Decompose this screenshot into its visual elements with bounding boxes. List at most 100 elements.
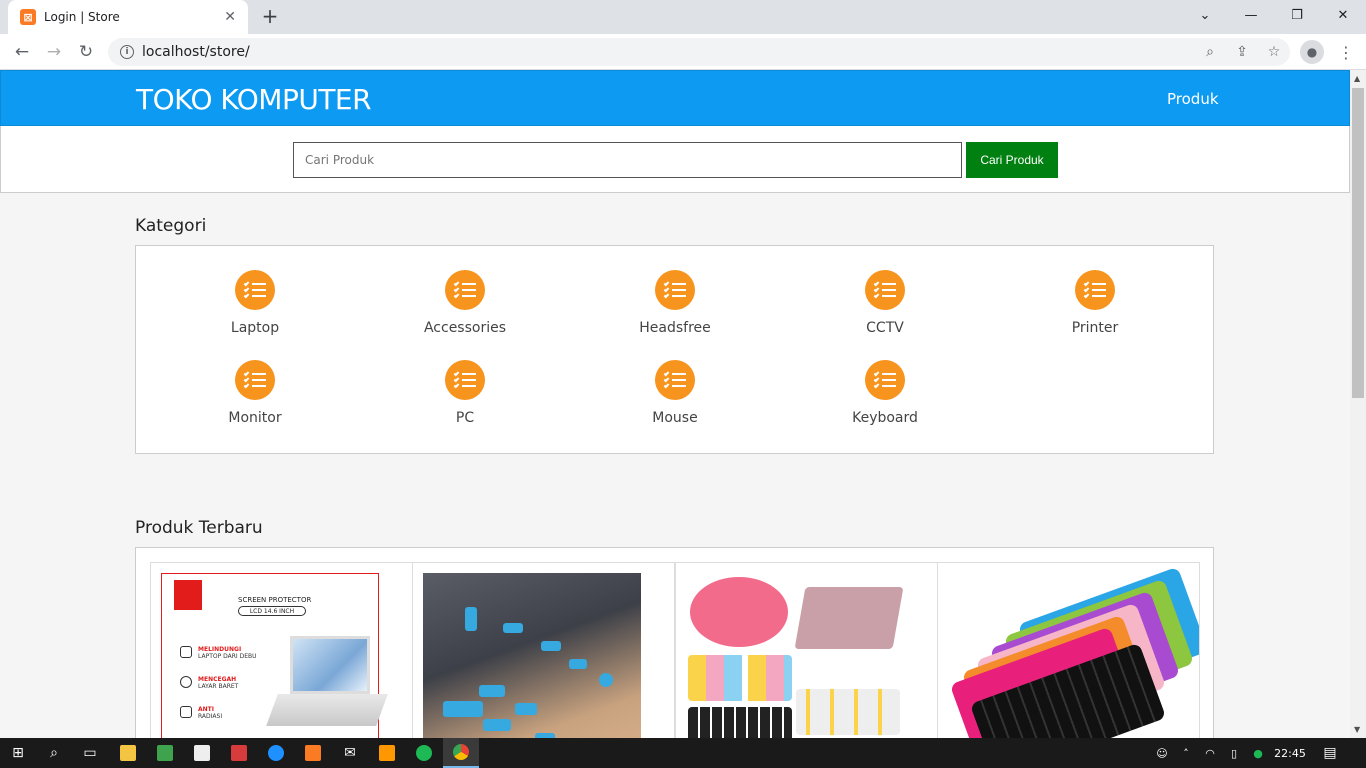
page-viewport: TOKO KOMPUTER Produk Cari Produk Kategor… bbox=[0, 70, 1350, 738]
kategori-panel: Laptop Accessories Headsfree CCTV Printe… bbox=[135, 245, 1214, 454]
browser-tab[interactable]: ⊠ Login | Store ✕ bbox=[8, 0, 248, 34]
system-tray: ☺ ˄ ◠ ▯ ● 22:45 ▤ bbox=[1150, 738, 1350, 768]
share-icon[interactable]: ⇪ bbox=[1226, 44, 1258, 60]
keyboard-skin-colorful-graphic bbox=[688, 655, 792, 701]
search-input[interactable] bbox=[293, 142, 962, 178]
nav-link-produk[interactable]: Produk bbox=[1167, 90, 1219, 108]
tray-expand-chevron-icon[interactable]: ˄ bbox=[1174, 747, 1198, 760]
search-button[interactable]: Cari Produk bbox=[966, 142, 1058, 178]
category-label: Accessories bbox=[423, 320, 507, 336]
edge-browser-icon[interactable] bbox=[258, 738, 294, 768]
category-label: PC bbox=[455, 410, 475, 426]
brand-logo-icon bbox=[174, 580, 202, 610]
checklist-icon bbox=[865, 360, 905, 400]
xampp-icon[interactable] bbox=[295, 738, 331, 768]
url-text: localhost/store/ bbox=[142, 44, 250, 60]
dust-plug-graphic bbox=[569, 659, 587, 669]
checklist-icon bbox=[865, 270, 905, 310]
search-icon[interactable]: ⌕ bbox=[36, 738, 72, 768]
category-label: Monitor bbox=[228, 410, 282, 426]
clock[interactable]: 22:45 bbox=[1270, 747, 1310, 760]
dust-plug-graphic bbox=[479, 685, 505, 697]
product-image-keyboard-skins[interactable] bbox=[948, 566, 1199, 738]
keyboard-skin-black-graphic bbox=[688, 707, 792, 738]
spotify-tray-icon[interactable]: ● bbox=[1246, 747, 1270, 760]
store-icon[interactable] bbox=[184, 738, 220, 768]
chrome-icon[interactable] bbox=[443, 738, 479, 768]
category-laptop[interactable]: Laptop bbox=[175, 270, 335, 336]
checklist-icon bbox=[235, 360, 275, 400]
product-image-screen-protector[interactable]: SCREEN PROTECTOR LCD 14.6 INCH MELINDUNG… bbox=[161, 573, 388, 738]
profile-avatar-icon[interactable]: ● bbox=[1300, 40, 1324, 64]
produk-terbaru-panel: SCREEN PROTECTOR LCD 14.6 INCH MELINDUNG… bbox=[135, 547, 1214, 738]
xampp-favicon-icon: ⊠ bbox=[20, 9, 36, 25]
battery-icon[interactable]: ▯ bbox=[1222, 747, 1246, 760]
dust-plug-graphic bbox=[503, 623, 523, 633]
zoom-icon[interactable]: ⌕ bbox=[1194, 44, 1226, 60]
close-window-button[interactable]: ✕ bbox=[1320, 0, 1366, 30]
page-scrollbar[interactable]: ▲ ▼ bbox=[1350, 70, 1366, 738]
tab-close-icon[interactable]: ✕ bbox=[224, 9, 236, 25]
windows-start-icon[interactable]: ⊞ bbox=[0, 738, 36, 768]
keyboard-skin-pink-graphic bbox=[690, 577, 788, 647]
feature-item: ANTI RADIASI bbox=[198, 706, 223, 720]
produk-terbaru-title: Produk Terbaru bbox=[135, 518, 263, 538]
kebab-menu-icon[interactable]: ⋮ bbox=[1334, 40, 1358, 64]
address-bar[interactable]: i localhost/store/ ⌕ ⇪ ☆ bbox=[108, 38, 1290, 66]
new-tab-button[interactable]: + bbox=[258, 4, 282, 28]
dust-plug-graphic bbox=[465, 607, 477, 631]
sublime-text-icon[interactable] bbox=[369, 738, 405, 768]
wifi-icon[interactable]: ◠ bbox=[1198, 747, 1222, 760]
category-cctv[interactable]: CCTV bbox=[805, 270, 965, 336]
category-headsfree[interactable]: Headsfree bbox=[595, 270, 755, 336]
back-arrow-icon[interactable]: ← bbox=[10, 40, 34, 64]
category-mouse[interactable]: Mouse bbox=[595, 360, 755, 426]
product-card[interactable] bbox=[412, 562, 675, 738]
product-card[interactable] bbox=[937, 562, 1200, 738]
tab-search-chevron-icon[interactable]: ⌄ bbox=[1182, 0, 1228, 30]
category-monitor[interactable]: Monitor bbox=[175, 360, 335, 426]
file-explorer-icon[interactable] bbox=[110, 738, 146, 768]
checklist-icon bbox=[445, 270, 485, 310]
scrollbar-thumb[interactable] bbox=[1352, 88, 1364, 398]
category-keyboard[interactable]: Keyboard bbox=[805, 360, 965, 426]
product-card[interactable]: SCREEN PROTECTOR LCD 14.6 INCH MELINDUNG… bbox=[150, 562, 413, 738]
site-info-icon[interactable]: i bbox=[120, 45, 134, 59]
feature-item: MENCEGAH LAYAR BARET bbox=[198, 676, 239, 690]
keyboard-skin-white-graphic bbox=[796, 689, 900, 735]
scroll-up-arrow-icon[interactable]: ▲ bbox=[1354, 74, 1360, 83]
product-image-dust-plugs[interactable] bbox=[423, 573, 641, 738]
task-view-icon[interactable]: ▭ bbox=[72, 738, 108, 768]
spotify-icon[interactable] bbox=[406, 738, 442, 768]
mail-icon[interactable]: ✉ bbox=[332, 738, 368, 768]
kategori-title: Kategori bbox=[135, 216, 207, 236]
window-controls: ⌄ — ❐ ✕ bbox=[1182, 0, 1366, 34]
bookmark-star-icon[interactable]: ☆ bbox=[1258, 44, 1290, 60]
no-scratch-icon bbox=[180, 676, 192, 688]
checklist-icon bbox=[655, 360, 695, 400]
dust-plug-graphic bbox=[483, 719, 511, 731]
forward-arrow-icon[interactable]: → bbox=[42, 40, 66, 64]
category-label: Laptop bbox=[230, 320, 280, 336]
dust-plug-graphic bbox=[515, 703, 537, 715]
shield-icon bbox=[180, 646, 192, 658]
scroll-down-arrow-icon[interactable]: ▼ bbox=[1354, 725, 1360, 734]
gift-app-icon[interactable] bbox=[221, 738, 257, 768]
restore-button[interactable]: ❐ bbox=[1274, 0, 1320, 30]
category-printer[interactable]: Printer bbox=[1015, 270, 1175, 336]
people-icon[interactable]: ☺ bbox=[1150, 747, 1174, 760]
minimize-button[interactable]: — bbox=[1228, 0, 1274, 30]
dust-plug-graphic bbox=[599, 673, 613, 687]
reload-icon[interactable]: ↻ bbox=[74, 40, 98, 64]
product-card[interactable] bbox=[675, 562, 938, 738]
feature-item: MELINDUNGI LAPTOP DARI DEBU bbox=[198, 646, 257, 660]
laptop-screen-graphic bbox=[290, 636, 370, 694]
product-image-keyboard-protector[interactable] bbox=[686, 573, 904, 738]
category-accessories[interactable]: Accessories bbox=[385, 270, 545, 336]
notification-center-icon[interactable]: ▤ bbox=[1310, 745, 1350, 761]
maps-app-icon[interactable] bbox=[147, 738, 183, 768]
category-pc[interactable]: PC bbox=[385, 360, 545, 426]
category-label: Mouse bbox=[652, 410, 698, 426]
site-brand[interactable]: TOKO KOMPUTER bbox=[136, 83, 372, 116]
site-header: TOKO KOMPUTER Produk bbox=[0, 70, 1350, 126]
